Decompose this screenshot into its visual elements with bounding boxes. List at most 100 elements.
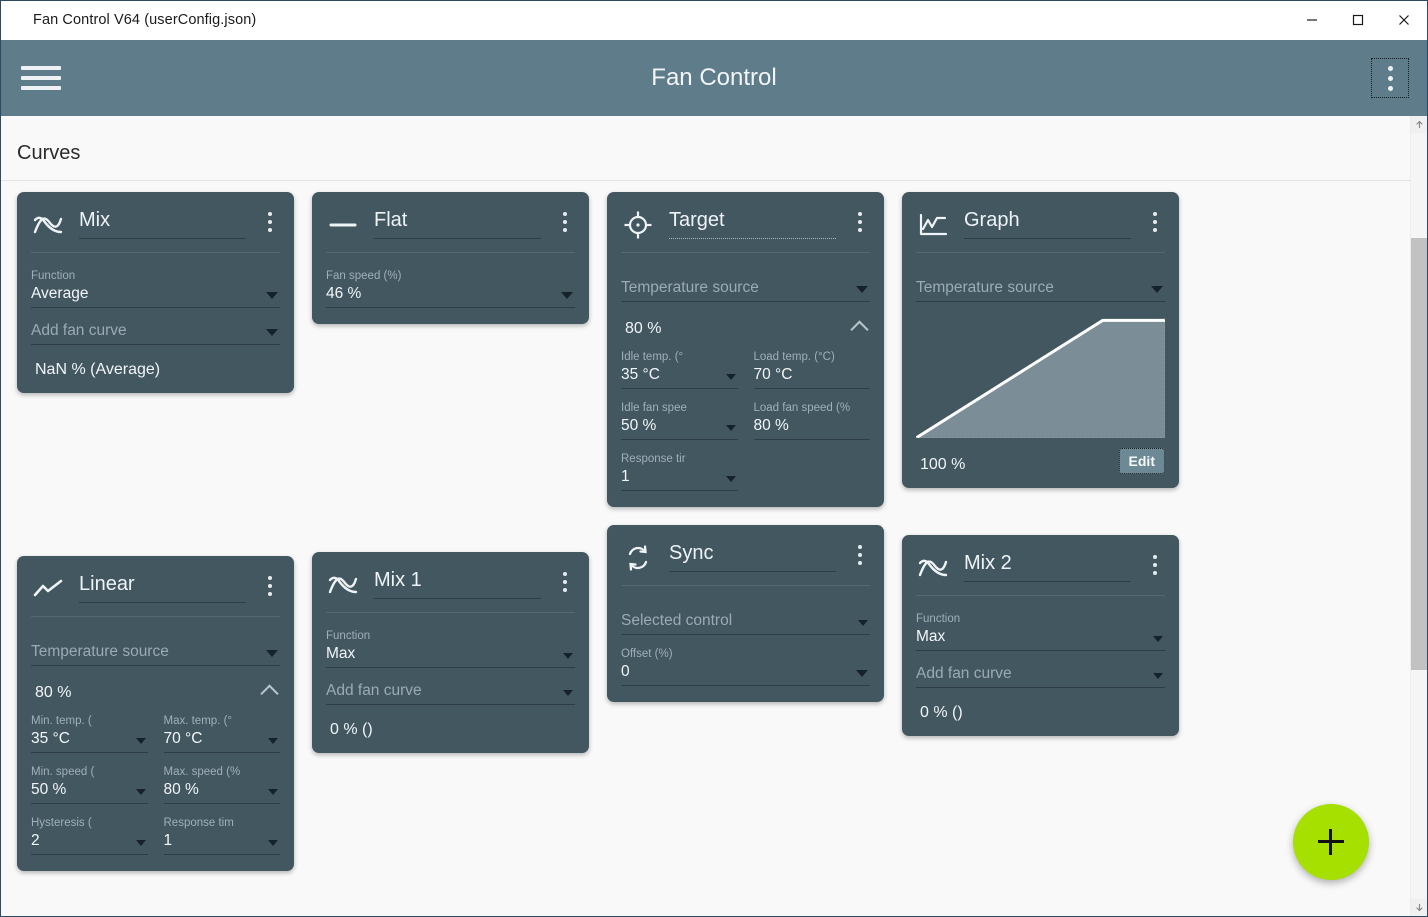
vertical-scrollbar[interactable]: [1410, 116, 1427, 916]
scroll-up-button[interactable]: [1411, 116, 1427, 133]
field-add-fan-curve[interactable]: Add fan curve: [326, 670, 575, 705]
curve-card-mix[interactable]: Mix Function Average Add fan curve NaN %…: [17, 192, 294, 393]
field-label: Function: [31, 270, 76, 282]
chevron-down-icon[interactable]: [725, 425, 736, 431]
curve-card-target[interactable]: Target Temperature source 80 % Idle temp…: [607, 192, 884, 507]
card-title-wrap: Graph: [964, 204, 1131, 239]
window-controls: [1289, 1, 1427, 40]
chevron-down-icon[interactable]: [135, 840, 146, 846]
graph-curve-icon: [916, 208, 950, 242]
detail-row-2: Min. speed ( 50 % Max. speed (% 80 %: [31, 755, 280, 806]
field-temperature-source[interactable]: Temperature source: [916, 259, 1165, 302]
field-function[interactable]: Function Max: [326, 619, 575, 668]
card-menu-icon[interactable]: [260, 204, 280, 232]
chevron-down-icon[interactable]: [858, 620, 868, 626]
expander-target[interactable]: 80 %: [621, 314, 870, 340]
chevron-down-icon[interactable]: [856, 670, 868, 677]
chevron-down-icon[interactable]: [725, 374, 736, 380]
chevron-down-icon[interactable]: [266, 329, 278, 336]
hamburger-icon[interactable]: [21, 63, 61, 93]
chevron-down-icon[interactable]: [725, 476, 736, 482]
chevron-down-icon[interactable]: [1151, 286, 1163, 293]
minimize-button[interactable]: [1289, 1, 1335, 40]
field-label: Fan speed (%): [326, 270, 402, 282]
field-load-fan-speed[interactable]: Load fan speed (% 80 %: [753, 391, 870, 440]
curve-card-linear[interactable]: Linear Temperature source 80 % Min. temp…: [17, 556, 294, 871]
chevron-down-icon[interactable]: [1153, 673, 1163, 679]
card-menu-icon[interactable]: [260, 568, 280, 596]
field-underline: [753, 439, 870, 440]
expander-linear[interactable]: 80 %: [31, 678, 280, 704]
field-add-fan-curve[interactable]: Add fan curve: [31, 310, 280, 345]
chevron-down-icon[interactable]: [268, 738, 278, 744]
card-menu-icon[interactable]: [555, 564, 575, 592]
chevron-up-icon[interactable]: [850, 320, 869, 339]
field-min-temp[interactable]: Min. temp. ( 35 °C: [31, 704, 148, 753]
field-load-temp[interactable]: Load temp. (°C) 70 °C: [753, 340, 870, 389]
field-hysteresis[interactable]: Hysteresis ( 2: [31, 806, 148, 855]
card-header: Mix 1: [326, 564, 575, 602]
curve-card-flat[interactable]: Flat Fan speed (%) 46 %: [312, 192, 589, 324]
card-menu-icon[interactable]: [850, 204, 870, 232]
card-summary: 0 % (): [330, 721, 373, 738]
field-underline: [31, 307, 280, 308]
card-menu-icon[interactable]: [1145, 204, 1165, 232]
edit-button[interactable]: Edit: [1118, 448, 1165, 474]
add-curve-button[interactable]: [1293, 804, 1369, 880]
chevron-down-icon[interactable]: [563, 690, 573, 696]
field-max-speed[interactable]: Max. speed (% 80 %: [163, 755, 280, 804]
chevron-down-icon[interactable]: [266, 650, 278, 657]
field-add-fan-curve[interactable]: Add fan curve: [916, 653, 1165, 688]
fan-curve-graph[interactable]: [916, 318, 1165, 438]
chevron-down-icon[interactable]: [135, 738, 146, 744]
card-menu-icon[interactable]: [1145, 547, 1165, 575]
field-function[interactable]: Function Average: [31, 259, 280, 308]
field-value: 80 %: [753, 417, 789, 434]
graph-percent: 100 %: [920, 456, 966, 473]
curve-card-mix2[interactable]: Mix 2 Function Max Add fan curve 0 % (): [902, 535, 1179, 736]
field-temperature-source[interactable]: Temperature source: [621, 259, 870, 302]
field-value: 35 °C: [31, 730, 70, 747]
chevron-down-icon[interactable]: [268, 840, 278, 846]
title-underline: [669, 571, 836, 572]
field-offset[interactable]: Offset (%) 0: [621, 637, 870, 686]
card-title: Target: [669, 209, 725, 231]
card-menu-icon[interactable]: [850, 537, 870, 565]
field-idle-fan-speed[interactable]: Idle fan spee 50 %: [621, 391, 738, 440]
scrollbar-thumb[interactable]: [1411, 238, 1427, 670]
chevron-down-icon[interactable]: [266, 292, 278, 299]
sync-curve-icon: [621, 541, 655, 575]
chevron-down-icon[interactable]: [1153, 636, 1163, 642]
chevron-down-icon[interactable]: [563, 653, 573, 659]
field-idle-temp[interactable]: Idle temp. (° 35 °C: [621, 340, 738, 389]
field-temperature-source[interactable]: Temperature source: [31, 623, 280, 666]
maximize-button[interactable]: [1335, 1, 1381, 40]
field-underline: [621, 685, 870, 686]
scroll-down-button[interactable]: [1411, 899, 1427, 916]
field-response-time[interactable]: Response tir 1: [621, 442, 738, 491]
field-response-time[interactable]: Response tim 1: [163, 806, 280, 855]
field-function[interactable]: Function Max: [916, 602, 1165, 651]
field-fan-speed[interactable]: Fan speed (%) 46 %: [326, 259, 575, 308]
chevron-down-icon[interactable]: [268, 789, 278, 795]
field-min-speed[interactable]: Min. speed ( 50 %: [31, 755, 148, 804]
curve-card-sync[interactable]: Sync Selected control Offset (%) 0: [607, 525, 884, 702]
kebab-menu-icon[interactable]: [1371, 58, 1409, 98]
chevron-down-icon[interactable]: [561, 292, 573, 299]
graph-plot[interactable]: [916, 318, 1165, 438]
close-button[interactable]: [1381, 1, 1427, 40]
curve-card-graph[interactable]: Graph Temperature source 100 % Edit: [902, 192, 1179, 488]
field-max-temp[interactable]: Max. temp. (° 70 °C: [163, 704, 280, 753]
card-title: Graph: [964, 209, 1020, 231]
detail-row-1: Idle temp. (° 35 °C Load temp. (°C) 70 °…: [621, 340, 870, 391]
field-underline: [163, 803, 280, 804]
chevron-down-icon[interactable]: [135, 789, 146, 795]
card-menu-icon[interactable]: [555, 204, 575, 232]
curve-card-mix1[interactable]: Mix 1 Function Max Add fan curve 0 % (): [312, 552, 589, 753]
chevron-up-icon[interactable]: [260, 684, 279, 703]
field-label: Function: [326, 630, 371, 642]
chevron-down-icon[interactable]: [856, 286, 868, 293]
card-header: Target: [621, 204, 870, 242]
field-label: Load fan speed (%: [753, 402, 851, 414]
field-selected-control[interactable]: Selected control: [621, 592, 870, 635]
